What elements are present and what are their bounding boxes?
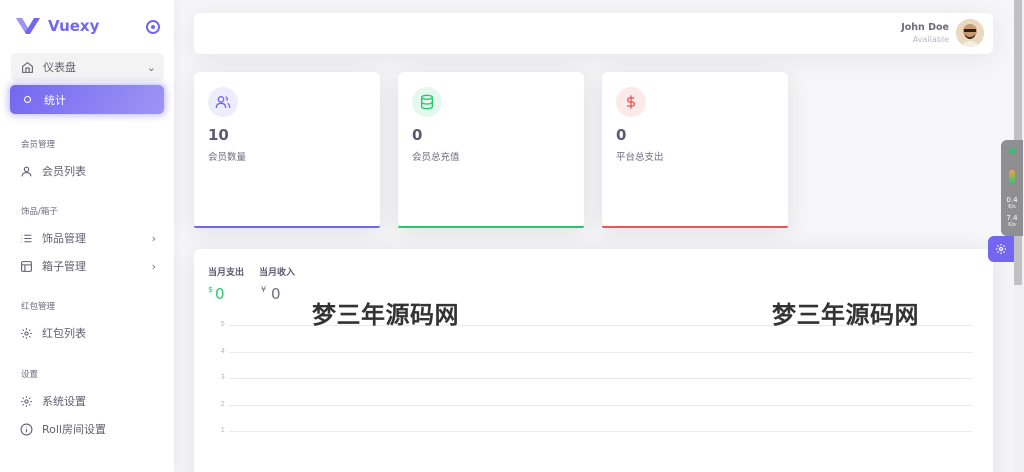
sidebar: Vuexy 仪表盘 ⌄ 统计 会员管理 会员列表 饰品/箱子 饰品管理 › 箱子… (0, 0, 174, 472)
circle-icon (24, 96, 31, 103)
sidebar-item-box-management[interactable]: 箱子管理 › (11, 253, 164, 279)
avatar[interactable] (956, 19, 984, 47)
stat-value: 0 (412, 126, 423, 144)
stat-card-expense: 0 平台总支出 (602, 72, 788, 228)
user-icon (21, 166, 32, 176)
sidebar-item-dashboard[interactable]: 仪表盘 ⌄ (11, 53, 164, 81)
stat-accent-bar (398, 226, 584, 228)
home-icon (22, 61, 33, 73)
stat-label: 平台总支出 (616, 152, 664, 163)
sidebar-item-label: 仪表盘 (43, 61, 76, 74)
monthly-income-title: 当月收入 (259, 268, 296, 278)
chart-card: 当月支出 $ 0 当月收入 ¥ 0 5 4 3 2 1 梦三年源码网 梦三年源码网 (194, 249, 993, 472)
chart-y-tick-label: 3 (220, 373, 225, 381)
monthly-expense-value: 0 (215, 285, 225, 303)
sidebar-item-member-list[interactable]: 会员列表 (11, 158, 164, 184)
sidebar-item-system-settings[interactable]: 系统设置 (11, 388, 164, 414)
stat-label: 会员数量 (208, 152, 247, 163)
info-icon (20, 423, 33, 435)
user-name[interactable]: John Doe (901, 22, 949, 33)
stat-label: 会员总充值 (412, 152, 460, 163)
monitor-unit: K/s (1008, 222, 1016, 228)
chart-y-tick-label: 1 (220, 426, 225, 434)
brand[interactable]: Vuexy (16, 14, 99, 38)
sidebar-item-label: 系统设置 (42, 395, 86, 408)
settings-icon (21, 327, 32, 339)
monitor-value: 7.4 (1006, 214, 1018, 222)
section-header-members: 会员管理 (21, 140, 56, 150)
sidebar-item-statistics[interactable]: 统计 (10, 85, 164, 114)
network-monitor-widget[interactable]: 0.4 K/s 7.4 K/s (1001, 140, 1023, 236)
stat-value: 10 (208, 126, 229, 144)
database-icon (412, 87, 442, 117)
chart-gridline (229, 404, 972, 406)
sidebar-item-label: 饰品管理 (42, 232, 86, 245)
vuexy-logo-icon (16, 18, 40, 34)
stat-value: 0 (616, 126, 627, 144)
monitor-unit: K/s (1008, 204, 1016, 210)
sidebar-item-label: 箱子管理 (42, 260, 86, 273)
sidebar-item-roll-room-settings[interactable]: Roll房间设置 (11, 416, 164, 442)
watermark-text: 梦三年源码网 (312, 301, 459, 329)
stat-card-recharge: 0 会员总充值 (398, 72, 584, 228)
chart-y-tick-label: 4 (220, 346, 225, 355)
section-header-redpacket: 红包管理 (21, 302, 56, 312)
sidebar-item-label: Roll房间设置 (42, 423, 106, 436)
user-status: Available (912, 35, 949, 44)
dollar-icon (616, 87, 646, 117)
avatar-image (956, 19, 984, 47)
chart-gridline (229, 378, 972, 379)
settings-icon (21, 395, 32, 407)
chart-gridline (229, 431, 972, 432)
top-navbar: John Doe Available (194, 13, 993, 54)
stat-accent-bar (194, 226, 380, 228)
sidebar-item-label: 会员列表 (42, 165, 86, 178)
income-currency: ¥ (261, 285, 267, 294)
chevron-down-icon: ⌄ (146, 60, 156, 74)
expense-currency: $ (208, 285, 214, 294)
monitor-value: 0.4 (1006, 196, 1018, 204)
stat-accent-bar (602, 226, 788, 228)
section-header-items: 饰品/箱子 (21, 207, 58, 217)
chart-y-tick-label: 2 (220, 399, 225, 408)
collapse-sidebar-icon[interactable] (146, 20, 160, 34)
users-icon (208, 87, 238, 117)
stat-card-members: 10 会员数量 (194, 72, 380, 228)
sidebar-item-label: 红包列表 (42, 327, 86, 340)
chevron-right-icon: › (151, 259, 156, 273)
status-dot (1009, 148, 1015, 154)
brand-name: Vuexy (48, 17, 100, 35)
theme-customizer-button[interactable] (988, 236, 1014, 262)
sidebar-item-label: 统计 (44, 93, 66, 107)
list-icon (21, 234, 32, 242)
monthly-income-value: 0 (271, 285, 281, 303)
section-header-settings: 设置 (21, 370, 39, 380)
monthly-expense-title: 当月支出 (208, 268, 245, 278)
status-gauge (1009, 170, 1015, 184)
chart-gridline (229, 351, 972, 353)
sidebar-item-redpacket-list[interactable]: 红包列表 (11, 320, 164, 346)
chevron-right-icon: › (151, 231, 156, 245)
chart-y-tick-label: 5 (220, 320, 225, 328)
layout-icon (21, 260, 32, 272)
gear-icon (996, 244, 1006, 254)
sidebar-item-item-management[interactable]: 饰品管理 › (11, 225, 164, 251)
watermark-text: 梦三年源码网 (772, 301, 919, 329)
